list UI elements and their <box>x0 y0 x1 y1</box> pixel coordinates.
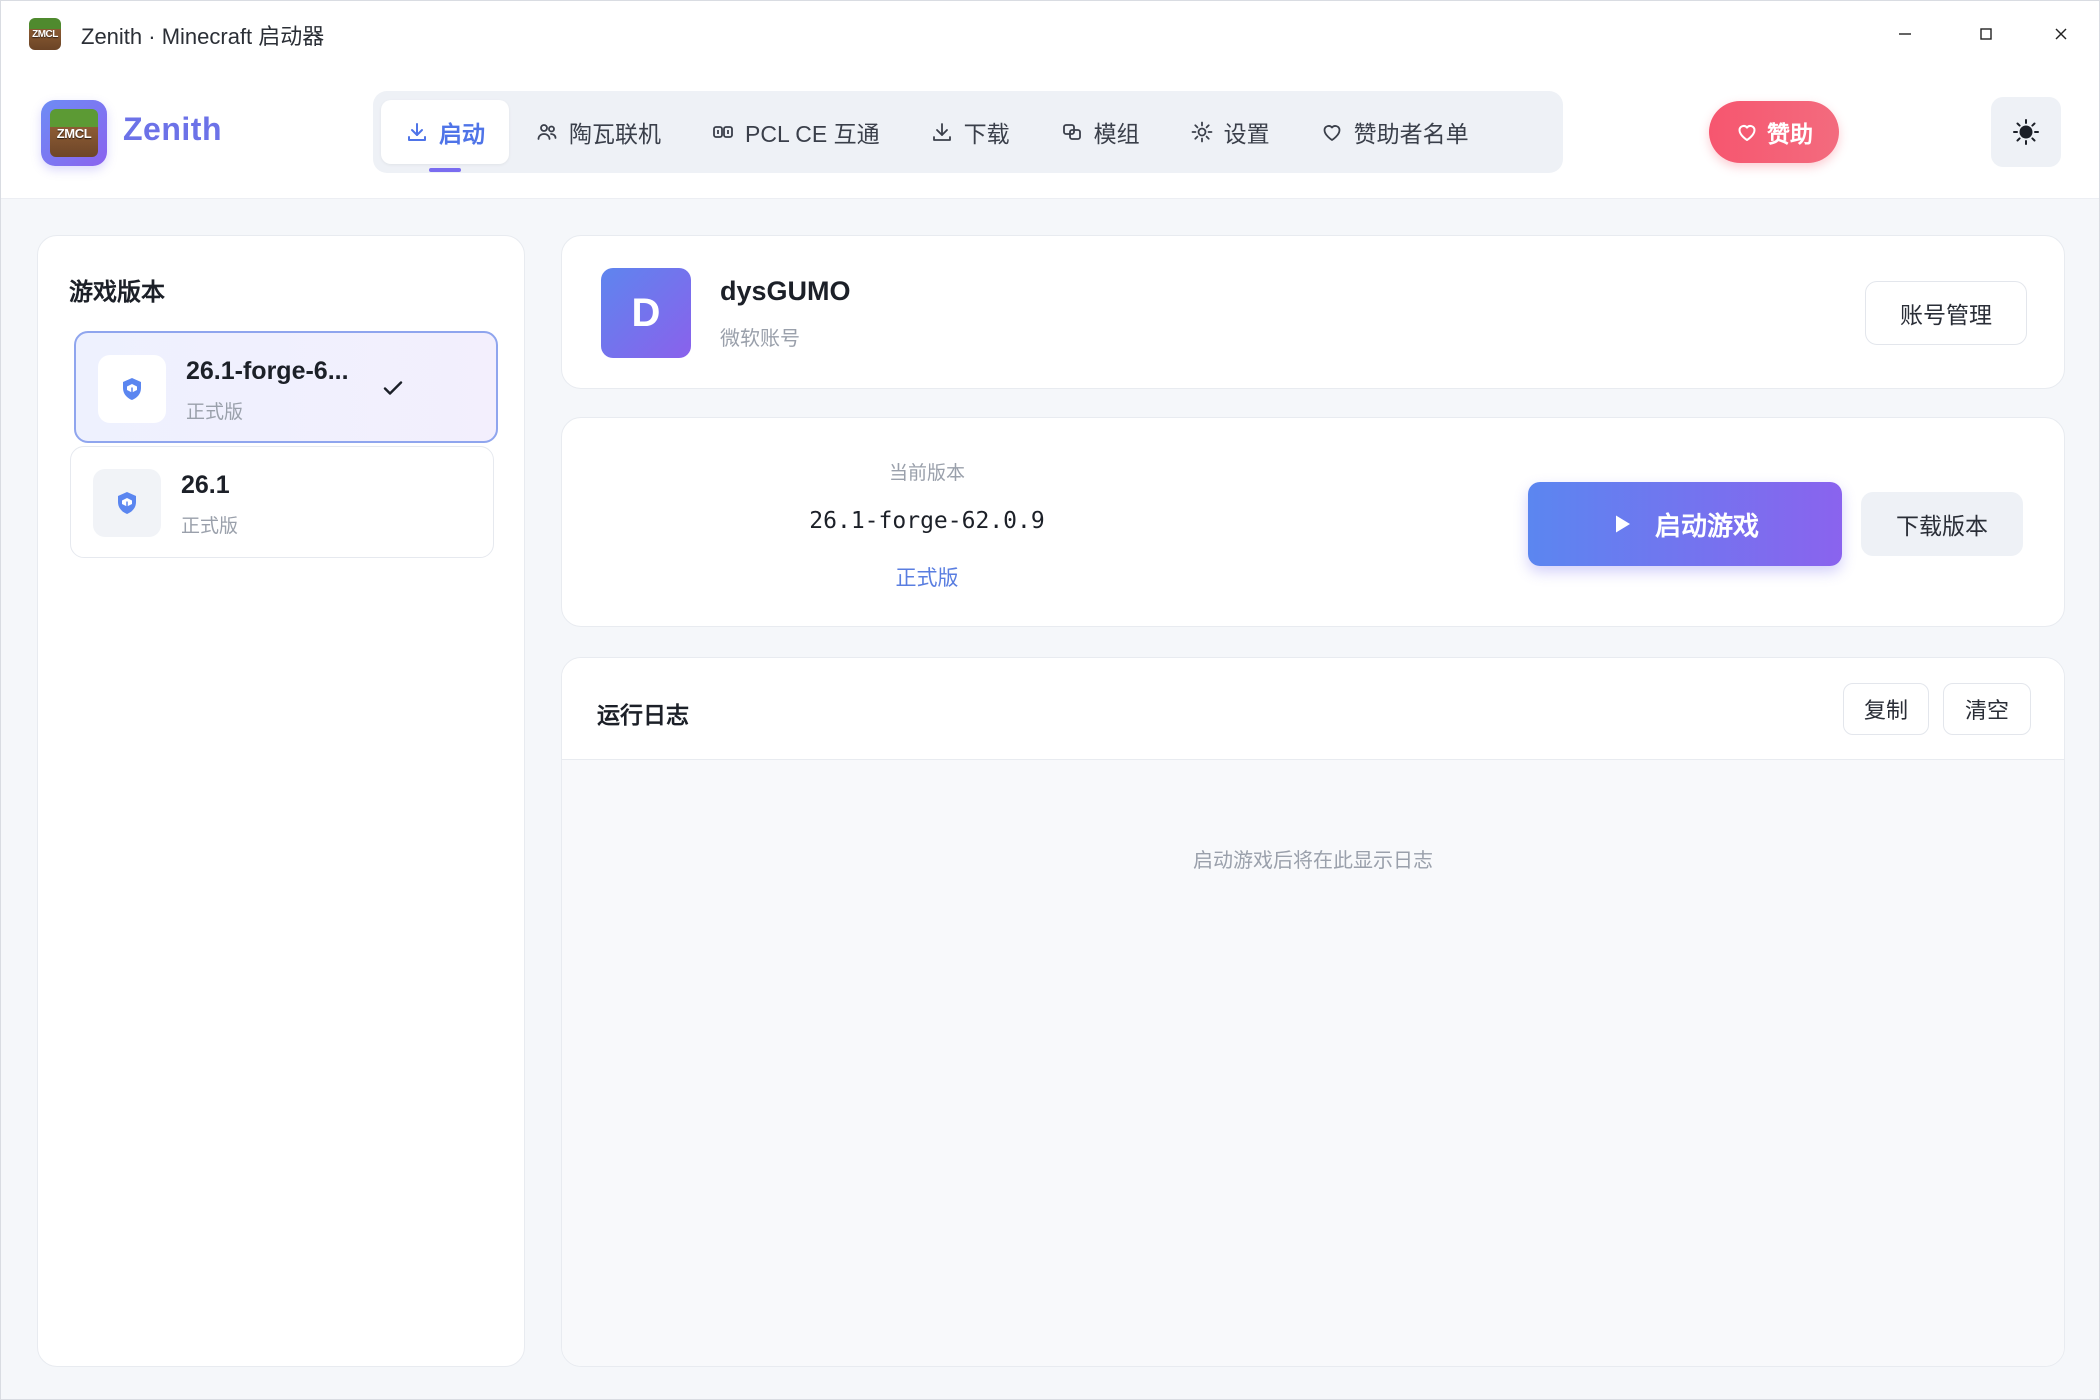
copy-log-button[interactable]: 复制 <box>1843 683 1929 735</box>
main-nav: 启动 陶瓦联机 PCL CE 互通 下载 模组 设置 赞助者名单 <box>373 91 1563 173</box>
version-type: 正式版 <box>181 516 239 537</box>
version-name: 26.1-forge-6... <box>186 357 349 385</box>
current-version-type: 正式版 <box>895 567 959 590</box>
sponsor-label: 赞助 <box>1767 121 1813 147</box>
account-type: 微软账号 <box>720 328 800 350</box>
avatar: D <box>601 268 691 358</box>
versions-panel: 游戏版本 26.1-forge-6... 正式版 26.1 正式版 <box>37 235 525 1367</box>
log-output[interactable]: 启动游戏后将在此显示日志 <box>562 760 2064 1366</box>
users-icon <box>537 124 557 140</box>
nav-mods[interactable]: 模组 <box>1036 100 1164 164</box>
heart-icon <box>1323 125 1341 141</box>
mods-icon <box>1062 124 1081 140</box>
nav-download-label: 下载 <box>963 121 1010 147</box>
close-button[interactable] <box>2023 1 2099 67</box>
launch-game-button[interactable]: 启动游戏 <box>1528 482 1842 566</box>
play-icon <box>1615 515 1630 533</box>
version-name: 26.1 <box>181 471 230 499</box>
nav-sponsors-list[interactable]: 赞助者名单 <box>1296 100 1493 164</box>
account-card: D dysGUMO 微软账号 账号管理 <box>561 235 2065 389</box>
launch-game-label: 启动游戏 <box>1654 510 1759 541</box>
nav-pcl-ce[interactable]: PCL CE 互通 <box>687 100 904 164</box>
maximize-button[interactable] <box>1948 1 2024 67</box>
gear-icon <box>1191 121 1213 143</box>
nav-settings-label: 设置 <box>1223 121 1270 147</box>
current-version-label: 当前版本 <box>888 463 965 484</box>
link-icon <box>713 126 733 138</box>
app-icon-text: ZMCL <box>32 28 58 40</box>
current-version-value: 26.1-forge-62.0.9 <box>809 508 1045 534</box>
close-icon <box>2055 28 2067 40</box>
log-panel: 运行日志 复制 清空 启动游戏后将在此显示日志 <box>561 657 2065 1367</box>
version-icon-wrap <box>98 355 166 423</box>
log-title: 运行日志 <box>597 702 689 728</box>
version-type: 正式版 <box>186 402 244 423</box>
nav-sponsors-list-label: 赞助者名单 <box>1353 121 1469 147</box>
heart-icon <box>1738 125 1756 141</box>
download-version-button[interactable]: 下载版本 <box>1861 492 2023 556</box>
brand-name: Zenith <box>123 111 222 147</box>
download-icon <box>408 123 426 141</box>
nav-mods-label: 模组 <box>1093 121 1140 147</box>
app-icon: ZMCL <box>29 18 61 50</box>
theme-toggle-button[interactable] <box>1991 97 2061 167</box>
grass-block-icon: ZMCL <box>50 109 98 157</box>
logo-text: ZMCL <box>56 125 92 141</box>
account-name: dysGUMO <box>720 276 851 306</box>
check-icon <box>383 381 403 395</box>
window-title: Zenith · Minecraft 启动器 <box>81 24 325 49</box>
nav-download[interactable]: 下载 <box>906 100 1034 164</box>
shield-icon <box>123 378 141 400</box>
version-icon-wrap <box>93 469 161 537</box>
clear-log-button[interactable]: 清空 <box>1943 683 2031 735</box>
log-empty-text: 启动游戏后将在此显示日志 <box>1193 850 1433 872</box>
launch-card: 当前版本 26.1-forge-62.0.9 正式版 启动游戏 下载版本 <box>561 417 2065 627</box>
log-header: 运行日志 复制 清空 <box>562 658 2064 760</box>
version-item[interactable]: 26.1 正式版 <box>70 446 494 558</box>
nav-launch-label: 启动 <box>439 121 485 147</box>
sponsor-button[interactable]: 赞助 <box>1709 101 1839 163</box>
nav-terracotta-label: 陶瓦联机 <box>569 121 661 147</box>
versions-title: 游戏版本 <box>69 279 165 306</box>
sun-icon <box>2013 119 2039 145</box>
nav-launch[interactable]: 启动 <box>381 100 509 164</box>
minimize-icon <box>1899 33 1911 35</box>
shield-icon <box>118 492 136 514</box>
app-header: ZMCL Zenith 启动 陶瓦联机 PCL CE 互通 下载 模组 设置 赞… <box>1 67 2099 199</box>
app-logo: ZMCL <box>41 100 107 166</box>
launcher-window: ZMCL Zenith · Minecraft 启动器 ZMCL Zenith … <box>0 0 2100 1400</box>
title-bar: ZMCL Zenith · Minecraft 启动器 <box>1 1 2099 67</box>
nav-settings[interactable]: 设置 <box>1166 100 1294 164</box>
minimize-button[interactable] <box>1867 1 1943 67</box>
maximize-icon <box>1980 28 1992 40</box>
nav-pcl-ce-label: PCL CE 互通 <box>745 121 880 147</box>
download-icon <box>932 123 951 141</box>
account-manage-button[interactable]: 账号管理 <box>1865 281 2027 345</box>
nav-terracotta[interactable]: 陶瓦联机 <box>511 100 685 164</box>
version-item[interactable]: 26.1-forge-6... 正式版 <box>74 331 498 443</box>
